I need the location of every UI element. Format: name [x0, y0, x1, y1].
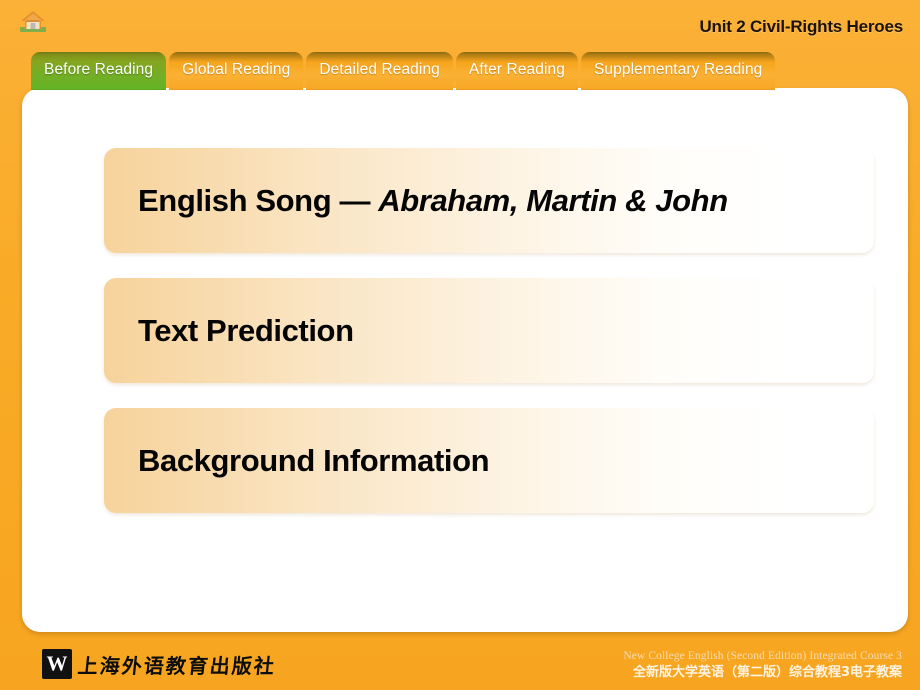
- slide-root: Unit 2 Civil-Rights Heroes Before Readin…: [0, 0, 920, 690]
- course-title-en: New College English (Second Edition) Int…: [623, 650, 902, 662]
- tab-before-reading[interactable]: Before Reading: [31, 52, 167, 90]
- section-label-prefix: English Song —: [138, 182, 379, 218]
- tab-label: Detailed Reading: [319, 60, 440, 78]
- course-info: New College English (Second Edition) Int…: [623, 649, 902, 682]
- publisher-logo-icon: [42, 649, 72, 679]
- section-english-song[interactable]: English Song — Abraham, Martin & John: [104, 148, 874, 253]
- tab-label: Before Reading: [44, 60, 154, 78]
- home-icon[interactable]: [19, 9, 47, 35]
- tab-label: Supplementary Reading: [593, 60, 763, 78]
- publisher-name: 上海外语教育出版社: [76, 653, 278, 678]
- tab-detailed-reading[interactable]: Detailed Reading: [306, 52, 453, 90]
- tab-supplementary-reading[interactable]: Supplementary Reading: [580, 52, 776, 90]
- tab-label: After Reading: [468, 60, 565, 78]
- section-label: Background Information: [104, 442, 490, 479]
- tab-after-reading[interactable]: After Reading: [455, 52, 578, 90]
- content-panel: English Song — Abraham, Martin & John Te…: [22, 88, 908, 632]
- section-label-prefix: Background Information: [138, 442, 490, 478]
- tab-global-reading[interactable]: Global Reading: [169, 52, 304, 90]
- page-title: Unit 2 Civil-Rights Heroes: [699, 17, 903, 36]
- footer-bar: 上海外语教育出版社 New College English (Second Ed…: [0, 632, 920, 690]
- section-label: Text Prediction: [104, 313, 354, 349]
- section-label: English Song — Abraham, Martin & John: [104, 183, 728, 219]
- publisher-logo: 上海外语教育出版社: [42, 649, 278, 679]
- section-background-information[interactable]: Background Information: [104, 408, 874, 513]
- section-label-emphasis: Abraham, Martin & John: [378, 182, 728, 218]
- section-label-prefix: Text Prediction: [138, 312, 354, 348]
- course-title-zh: 全新版大学英语（第二版）综合教程3电子教案: [632, 665, 902, 680]
- section-list: English Song — Abraham, Martin & John Te…: [104, 148, 874, 538]
- section-text-prediction[interactable]: Text Prediction: [104, 278, 874, 383]
- tab-label: Global Reading: [182, 60, 291, 78]
- header-bar: Unit 2 Civil-Rights Heroes: [0, 0, 920, 48]
- tab-bar: Before Reading Global Reading Detailed R…: [31, 50, 776, 90]
